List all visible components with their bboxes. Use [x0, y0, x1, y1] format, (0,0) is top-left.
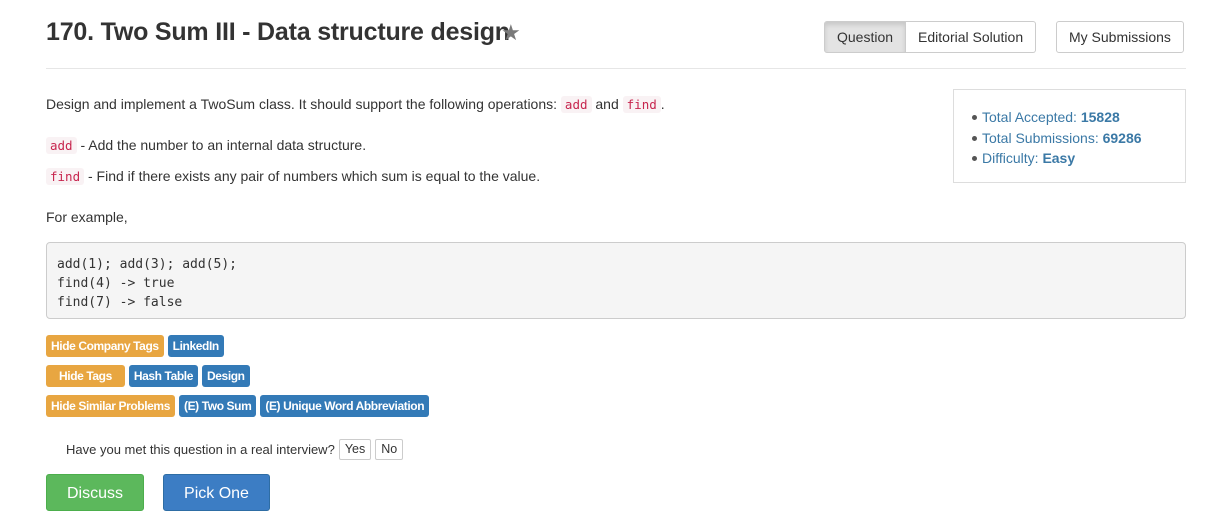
intro-period: . — [660, 96, 665, 112]
tab-editorial-solution[interactable]: Editorial Solution — [906, 21, 1037, 53]
hide-tags-button[interactable]: Hide Tags — [46, 365, 125, 387]
similar-unique-word-abbreviation[interactable]: (E) Unique Word Abbreviation — [260, 395, 430, 417]
tag-hash-table[interactable]: Hash Table — [128, 365, 198, 387]
find-code: find — [46, 168, 85, 185]
pick-one-button[interactable]: Pick One — [163, 474, 270, 511]
company-tag-linkedin[interactable]: LinkedIn — [167, 335, 224, 357]
tag-design[interactable]: Design — [202, 365, 250, 387]
header-divider — [46, 68, 1186, 69]
problem-page: 170. Two Sum III - Data structure design… — [46, 0, 1186, 519]
stat-total-submissions-value: 69286 — [1102, 129, 1142, 146]
my-submissions-button[interactable]: My Submissions — [1056, 21, 1184, 53]
add-paragraph: add - Add the number to an internal data… — [46, 137, 367, 154]
topic-tags-row: Hide Tags Hash Table Design — [46, 365, 250, 387]
intro-code-find: find — [622, 96, 661, 113]
similar-problems-row: Hide Similar Problems (E) Two Sum (E) Un… — [46, 395, 430, 417]
example-code-block: add(1); add(3); add(5); find(4) -> true … — [46, 242, 1186, 319]
stat-total-accepted-value: 15828 — [1080, 109, 1120, 125]
star-icon[interactable]: ★ — [501, 20, 521, 46]
intro-paragraph: Design and implement a TwoSum class. It … — [46, 96, 665, 113]
add-code: add — [46, 137, 77, 154]
find-text: - Find if there exists any pair of numbe… — [88, 168, 541, 184]
hide-company-tags-button[interactable]: Hide Company Tags — [46, 335, 164, 357]
page-title: 170. Two Sum III - Data structure design — [46, 18, 510, 46]
interview-yes-button[interactable]: Yes — [338, 439, 372, 460]
example-heading: For example, — [46, 209, 128, 225]
hide-similar-problems-button[interactable]: Hide Similar Problems — [46, 395, 175, 417]
stat-total-accepted: Total Accepted: 15828 — [972, 107, 1142, 128]
interview-question: Have you met this question in a real int… — [66, 442, 335, 457]
tab-question[interactable]: Question — [824, 21, 907, 53]
stat-difficulty: Difficulty: Easy — [972, 148, 1142, 169]
stats-panel: Total Accepted: 15828 Total Submissions:… — [953, 89, 1186, 183]
intro-text: Design and implement a TwoSum class. It … — [46, 96, 558, 112]
intro-and: and — [595, 96, 619, 112]
stat-difficulty-value: Easy — [1042, 150, 1076, 166]
company-tags-row: Hide Company Tags LinkedIn — [46, 335, 224, 357]
interview-poll: Have you met this question in a real int… — [66, 439, 404, 460]
intro-code-add: add — [560, 96, 592, 113]
find-paragraph: find - Find if there exists any pair of … — [46, 168, 541, 185]
add-text: - Add the number to an internal data str… — [80, 137, 367, 153]
discuss-button[interactable]: Discuss — [46, 474, 144, 511]
interview-no-button[interactable]: No — [375, 439, 404, 460]
stat-total-submissions: Total Submissions: 69286 — [972, 128, 1142, 149]
view-tabs: Question Editorial Solution — [824, 21, 1037, 53]
similar-two-sum[interactable]: (E) Two Sum — [178, 395, 257, 417]
